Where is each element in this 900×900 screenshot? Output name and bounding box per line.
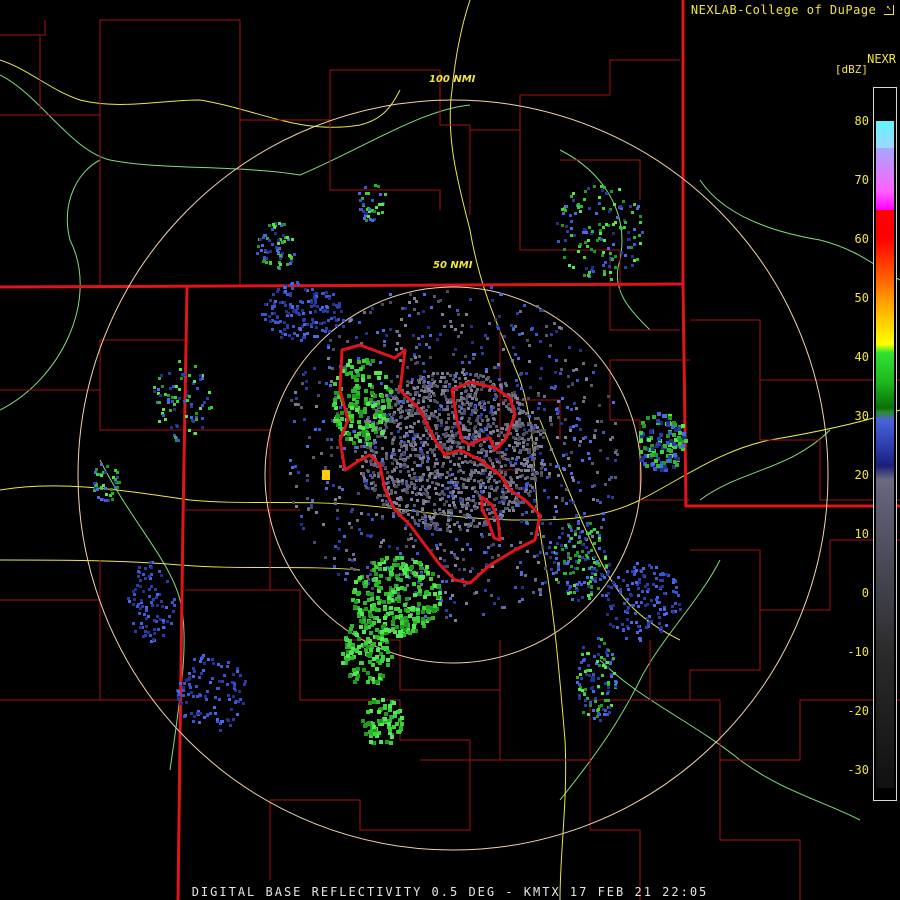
scale-tick-label: 60 bbox=[854, 232, 869, 246]
arrow-corner-icon[interactable]: ↖ bbox=[884, 4, 894, 15]
scale-tick-label: 70 bbox=[854, 173, 869, 187]
product-caption: DIGITAL BASE REFLECTIVITY 0.5 DEG - KMTX… bbox=[191, 885, 709, 899]
scale-tick-label: 30 bbox=[854, 409, 869, 423]
scale-seg-red bbox=[876, 210, 894, 238]
scale-seg-yellow bbox=[876, 323, 894, 408]
scale-tick-label: 40 bbox=[854, 350, 869, 364]
radar-map bbox=[0, 0, 900, 900]
scale-seg-gray bbox=[876, 493, 894, 788]
scale-tick-label: 80 bbox=[854, 114, 869, 128]
unit-label: [dBZ] bbox=[834, 63, 868, 76]
scale-seg-cyan bbox=[876, 121, 894, 148]
scale-tick-label: -30 bbox=[847, 763, 869, 777]
scale-seg-blue bbox=[876, 408, 894, 448]
scale-seg-navy bbox=[876, 448, 894, 493]
scale-tick-label: 50 bbox=[854, 291, 869, 305]
scale-tick-label: 0 bbox=[861, 586, 869, 600]
scale-tick-label: -10 bbox=[847, 645, 869, 659]
product-label: NEXR bbox=[867, 52, 896, 66]
range-ring-label-inner: 50 NMI bbox=[433, 260, 473, 271]
range-ring-label-outer: 100 NMI bbox=[429, 74, 476, 85]
color-scale-bar bbox=[873, 87, 897, 801]
scale-tick-label: 20 bbox=[854, 468, 869, 482]
scale-tick-label: -20 bbox=[847, 704, 869, 718]
credit-label: NEXLAB-College of DuPage ↖ bbox=[691, 3, 894, 17]
credit-text: NEXLAB-College of DuPage bbox=[690, 3, 877, 17]
scale-tick-label: 10 bbox=[854, 527, 869, 541]
scale-seg-orange bbox=[876, 238, 894, 323]
scale-seg-magenta bbox=[876, 148, 894, 210]
